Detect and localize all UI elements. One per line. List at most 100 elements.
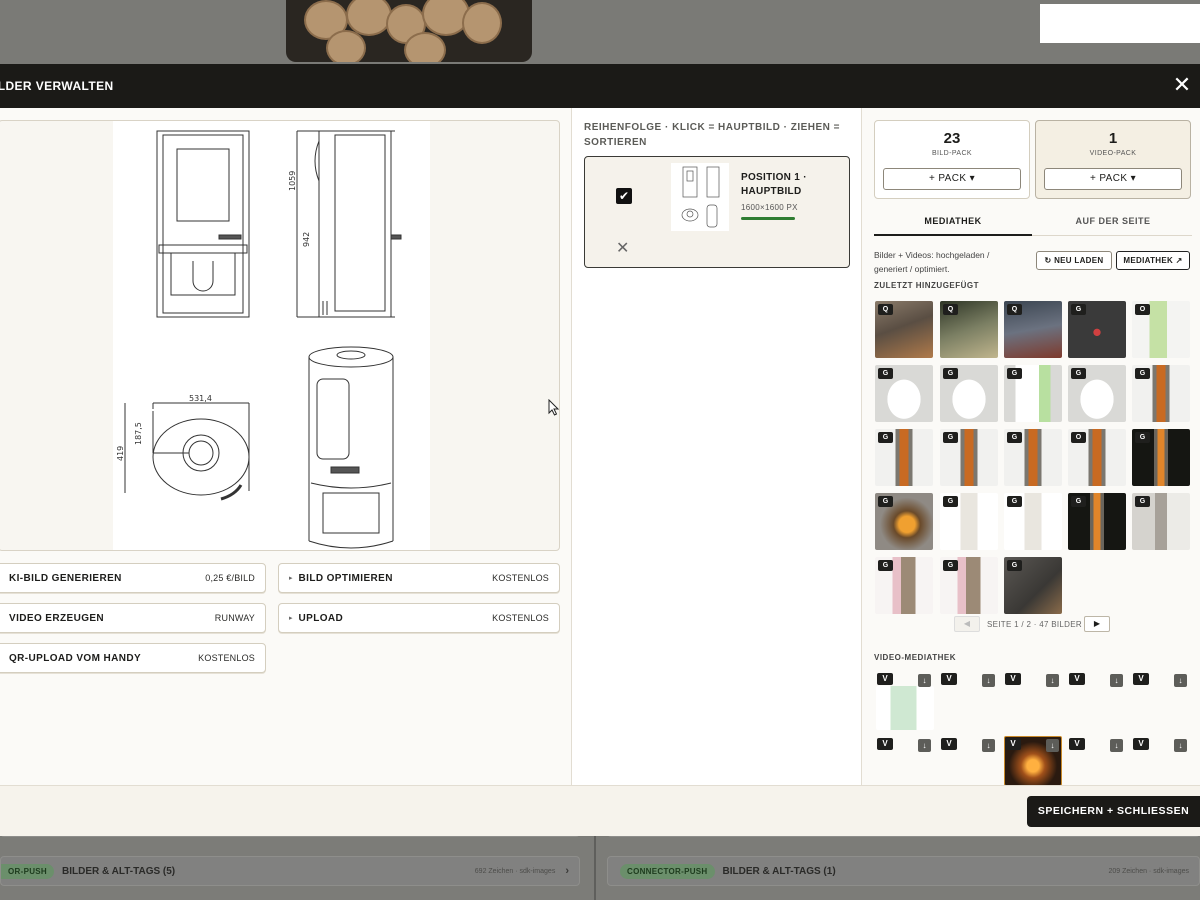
media-thumbnail-bucket-photo[interactable]: G — [1068, 365, 1126, 422]
optimize-image-button[interactable]: ▸ BILD OPTIMIEREN KOSTENLOS — [278, 563, 560, 593]
media-type-badge: G — [878, 560, 893, 571]
svg-text:531,4: 531,4 — [189, 394, 212, 403]
create-video-button[interactable]: VIDEO ERZEUGEN RUNWAY — [0, 603, 266, 633]
download-icon[interactable]: ↓ — [1174, 674, 1187, 687]
media-thumbnail-pink-room-photo[interactable]: G — [875, 557, 933, 614]
modal-footer: SPEICHERN + SCHLIESSEN — [0, 785, 1200, 836]
main-image-checkbox[interactable]: ✔ — [616, 188, 632, 204]
close-icon[interactable]: ✕ — [1170, 74, 1194, 98]
download-icon[interactable]: ↓ — [1110, 674, 1123, 687]
video-pack-label: VIDEO-PACK — [1089, 150, 1137, 157]
media-thumbnail-stove-photo[interactable]: G — [875, 429, 933, 486]
order-heading: REIHENFOLGE · KLICK = HAUPTBILD · ZIEHEN… — [584, 122, 841, 148]
position-card[interactable]: ✔ ✕ POSITION 1 · HAUPTBILD 1600×1600 PX — [584, 156, 850, 268]
background-row-label: BILDER & ALT-TAGS (1) — [722, 865, 836, 877]
download-icon[interactable]: ↓ — [1046, 739, 1059, 752]
background-row-images-left[interactable]: OR-PUSH BILDER & ALT-TAGS (5) 692 Zeiche… — [0, 856, 580, 886]
media-thumbnail-table-photo[interactable]: Q — [940, 301, 998, 358]
video-badge: V — [1133, 673, 1149, 685]
download-icon[interactable]: ↓ — [918, 739, 931, 752]
video-badge: V — [941, 673, 957, 685]
download-icon[interactable]: ↓ — [982, 674, 995, 687]
media-type-badge: G — [878, 496, 893, 507]
recent-label: ZULETZT HINZUGEFÜGT — [874, 281, 980, 290]
download-icon[interactable]: ↓ — [1046, 674, 1059, 687]
upload-button[interactable]: ▸ UPLOAD KOSTENLOS — [278, 603, 560, 633]
modal-title: ILDER VERWALTEN — [0, 79, 114, 93]
media-thumbnail-interior-photo[interactable]: G — [1132, 493, 1190, 550]
media-type-badge: G — [943, 368, 958, 379]
caret-right-icon: ▸ — [289, 575, 293, 582]
video-badge: V — [941, 738, 957, 750]
stove-drawing-icon: 531,4 187,5 419 1059 942 — [116, 130, 402, 549]
media-thumbnail-stove-white-photo[interactable]: G — [1004, 493, 1062, 550]
button-price: KOSTENLOS — [198, 653, 255, 663]
media-thumbnail-bicycle-photo[interactable]: G — [1068, 301, 1126, 358]
chevron-right-icon: › — [565, 865, 569, 877]
button-price: KOSTENLOS — [492, 573, 549, 583]
media-thumbnail-stove-photo[interactable]: O — [1068, 429, 1126, 486]
media-thumbnail-pink-room-photo[interactable]: G — [940, 557, 998, 614]
download-icon[interactable]: ↓ — [982, 739, 995, 752]
generate-ai-image-button[interactable]: KI-BILD GENERIEREN 0,25 €/BILD — [0, 563, 266, 593]
download-icon[interactable]: ↓ — [918, 674, 931, 687]
media-type-badge: Q — [878, 304, 893, 315]
background-row-meta: 209 Zeichen · sdk-images — [1108, 867, 1189, 875]
background-row-label: BILDER & ALT-TAGS (5) — [62, 865, 176, 877]
prev-page-button[interactable]: ◀ — [954, 616, 980, 632]
media-thumbnail-stove-photo[interactable]: G — [940, 429, 998, 486]
qr-upload-button[interactable]: QR-UPLOAD VOM HANDY KOSTENLOS — [0, 643, 266, 673]
media-thumbnail-bottle-photo[interactable]: O — [1132, 301, 1190, 358]
download-icon[interactable]: ↓ — [1174, 739, 1187, 752]
add-image-pack-button[interactable]: + PACK ▾ — [883, 168, 1021, 190]
media-thumbnail-fireplace-photo[interactable]: G — [875, 493, 933, 550]
connector-push-pill: CONNECTOR-PUSH — [620, 863, 715, 879]
media-thumbnail-bucket-bottle-photo[interactable]: G — [1004, 365, 1062, 422]
media-type-badge: G — [1071, 368, 1086, 379]
media-thumbnail-sofa-photo[interactable]: Q — [875, 301, 933, 358]
media-thumbnail-stove-photo[interactable]: G — [1004, 429, 1062, 486]
tab-mediathek[interactable]: MEDIATHEK — [874, 216, 1032, 236]
add-video-pack-button[interactable]: + PACK ▾ — [1044, 168, 1182, 190]
background-divider — [594, 836, 596, 900]
technical-drawing-image: 531,4 187,5 419 1059 942 — [113, 121, 430, 550]
media-type-badge: G — [943, 432, 958, 443]
preview-column: 531,4 187,5 419 1059 942 KI-BILD GENERIE… — [0, 108, 572, 785]
video-badge: V — [1069, 738, 1085, 750]
media-thumbnail-stove-dark-photo[interactable]: G — [1068, 493, 1126, 550]
connector-push-pill: OR-PUSH — [1, 863, 54, 879]
reload-button[interactable]: ↻ NEU LADEN — [1036, 251, 1112, 270]
media-thumbnail-stove-white-photo[interactable]: G — [940, 493, 998, 550]
video-badge: V — [1005, 738, 1021, 750]
media-thumbnail-stove-photo[interactable]: G — [1132, 365, 1190, 422]
media-type-badge: G — [1071, 304, 1086, 315]
mouse-pointer-icon — [548, 399, 560, 416]
svg-text:942: 942 — [302, 232, 311, 247]
next-page-button[interactable]: ▶ — [1084, 616, 1110, 632]
remove-icon[interactable]: ✕ — [616, 241, 629, 257]
media-type-badge: G — [878, 368, 893, 379]
video-badge: V — [1133, 738, 1149, 750]
tab-on-page[interactable]: AUF DER SEITE — [1034, 216, 1192, 234]
button-price: KOSTENLOS — [492, 613, 549, 623]
media-thumbnail-bucket-photo[interactable]: G — [940, 365, 998, 422]
video-badge: V — [1005, 673, 1021, 685]
media-thumbnail-room-photo[interactable]: Q — [1004, 301, 1062, 358]
media-thumbnail-plate-photo[interactable]: G — [1004, 557, 1062, 614]
media-column: 23 BILD-PACK + PACK ▾ 1 VIDEO-PACK + PAC… — [862, 108, 1200, 785]
button-price: 0,25 €/BILD — [205, 573, 255, 583]
manage-images-modal: ILDER VERWALTEN ✕ 531,4 187,5 419 1059 9… — [0, 64, 1200, 836]
open-mediathek-button[interactable]: MEDIATHEK ↗ — [1116, 251, 1190, 270]
media-thumbnail-bucket-photo[interactable]: G — [875, 365, 933, 422]
background-row-images-right[interactable]: CONNECTOR-PUSH BILDER & ALT-TAGS (1) 209… — [607, 856, 1200, 886]
video-library-label: VIDEO-MEDIATHEK — [874, 653, 957, 662]
download-icon[interactable]: ↓ — [1110, 739, 1123, 752]
image-pack-card: 23 BILD-PACK + PACK ▾ — [874, 120, 1030, 199]
video-thumbnail[interactable] — [876, 686, 934, 730]
media-thumbnail-stove-dark-photo[interactable]: G — [1132, 429, 1190, 486]
media-type-badge: G — [1071, 496, 1086, 507]
save-and-close-button[interactable]: SPEICHERN + SCHLIESSEN — [1027, 796, 1200, 827]
media-type-badge: G — [1007, 432, 1022, 443]
media-type-badge: O — [1135, 304, 1150, 315]
video-badge: V — [877, 673, 893, 685]
